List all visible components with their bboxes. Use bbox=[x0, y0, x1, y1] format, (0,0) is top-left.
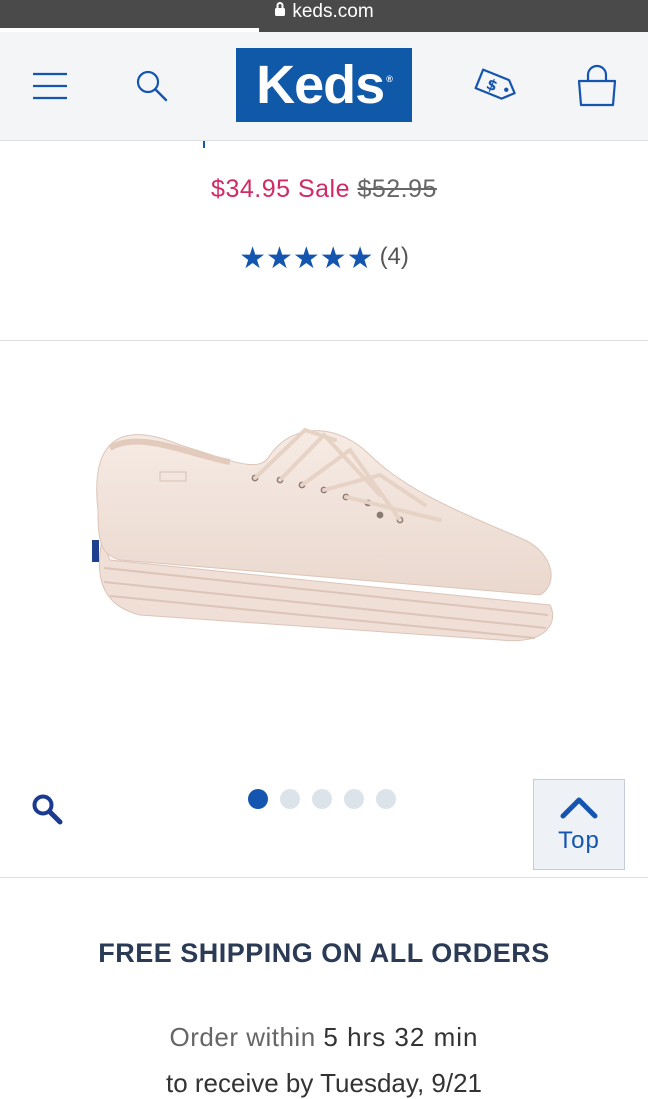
review-count: (4) bbox=[379, 243, 409, 270]
delivery-date: to receive by Tuesday, 9/21 bbox=[165, 1068, 483, 1098]
product-image[interactable] bbox=[80, 400, 570, 670]
browser-url-bar[interactable]: keds.com bbox=[0, 0, 648, 32]
site-header: Keds ® $ bbox=[0, 32, 648, 141]
logo-text: Keds bbox=[256, 55, 385, 115]
chevron-up-icon bbox=[560, 797, 598, 819]
carousel-dot[interactable] bbox=[312, 789, 332, 809]
url-text: keds.com bbox=[292, 1, 374, 23]
order-cutoff: Order within 5 hrs 32 min bbox=[0, 1022, 648, 1053]
menu-icon[interactable] bbox=[30, 66, 70, 106]
rating-stars: ★★★★★ bbox=[239, 242, 374, 275]
section-divider bbox=[0, 877, 648, 878]
carousel-dot[interactable] bbox=[344, 789, 364, 809]
star-rating[interactable]: ★★★★★ (4) bbox=[0, 241, 648, 276]
logo-registered-mark: ® bbox=[386, 74, 393, 84]
lock-icon bbox=[274, 0, 286, 24]
keds-logo[interactable]: Keds ® bbox=[236, 48, 412, 122]
back-to-top-button[interactable]: Top bbox=[533, 779, 625, 870]
svg-text:$: $ bbox=[484, 75, 500, 96]
order-prefix: Order within bbox=[169, 1022, 316, 1052]
price-line: $34.95 Sale $52.95 bbox=[0, 175, 648, 204]
section-divider bbox=[0, 340, 648, 341]
product-summary: $34.95 Sale $52.95 ★★★★★ (4) bbox=[0, 141, 648, 339]
free-shipping-banner: FREE SHIPPING ON ALL ORDERS bbox=[98, 938, 550, 968]
carousel-dot[interactable] bbox=[248, 789, 268, 809]
url-display[interactable]: keds.com bbox=[0, 0, 648, 26]
order-countdown: 5 hrs 32 min bbox=[323, 1022, 479, 1052]
top-label: Top bbox=[558, 827, 600, 854]
original-price: $52.95 bbox=[357, 175, 437, 203]
price-tag-icon[interactable]: $ bbox=[470, 64, 524, 108]
carousel-dot[interactable] bbox=[280, 789, 300, 809]
search-icon[interactable] bbox=[132, 66, 172, 106]
partial-divider bbox=[203, 141, 205, 148]
carousel-dot[interactable] bbox=[376, 789, 396, 809]
zoom-icon[interactable] bbox=[30, 792, 64, 831]
image-carousel-dots bbox=[248, 789, 396, 809]
shopping-bag-icon[interactable] bbox=[574, 62, 620, 110]
sale-price: $34.95 bbox=[211, 175, 291, 203]
sale-label: Sale bbox=[297, 175, 351, 203]
